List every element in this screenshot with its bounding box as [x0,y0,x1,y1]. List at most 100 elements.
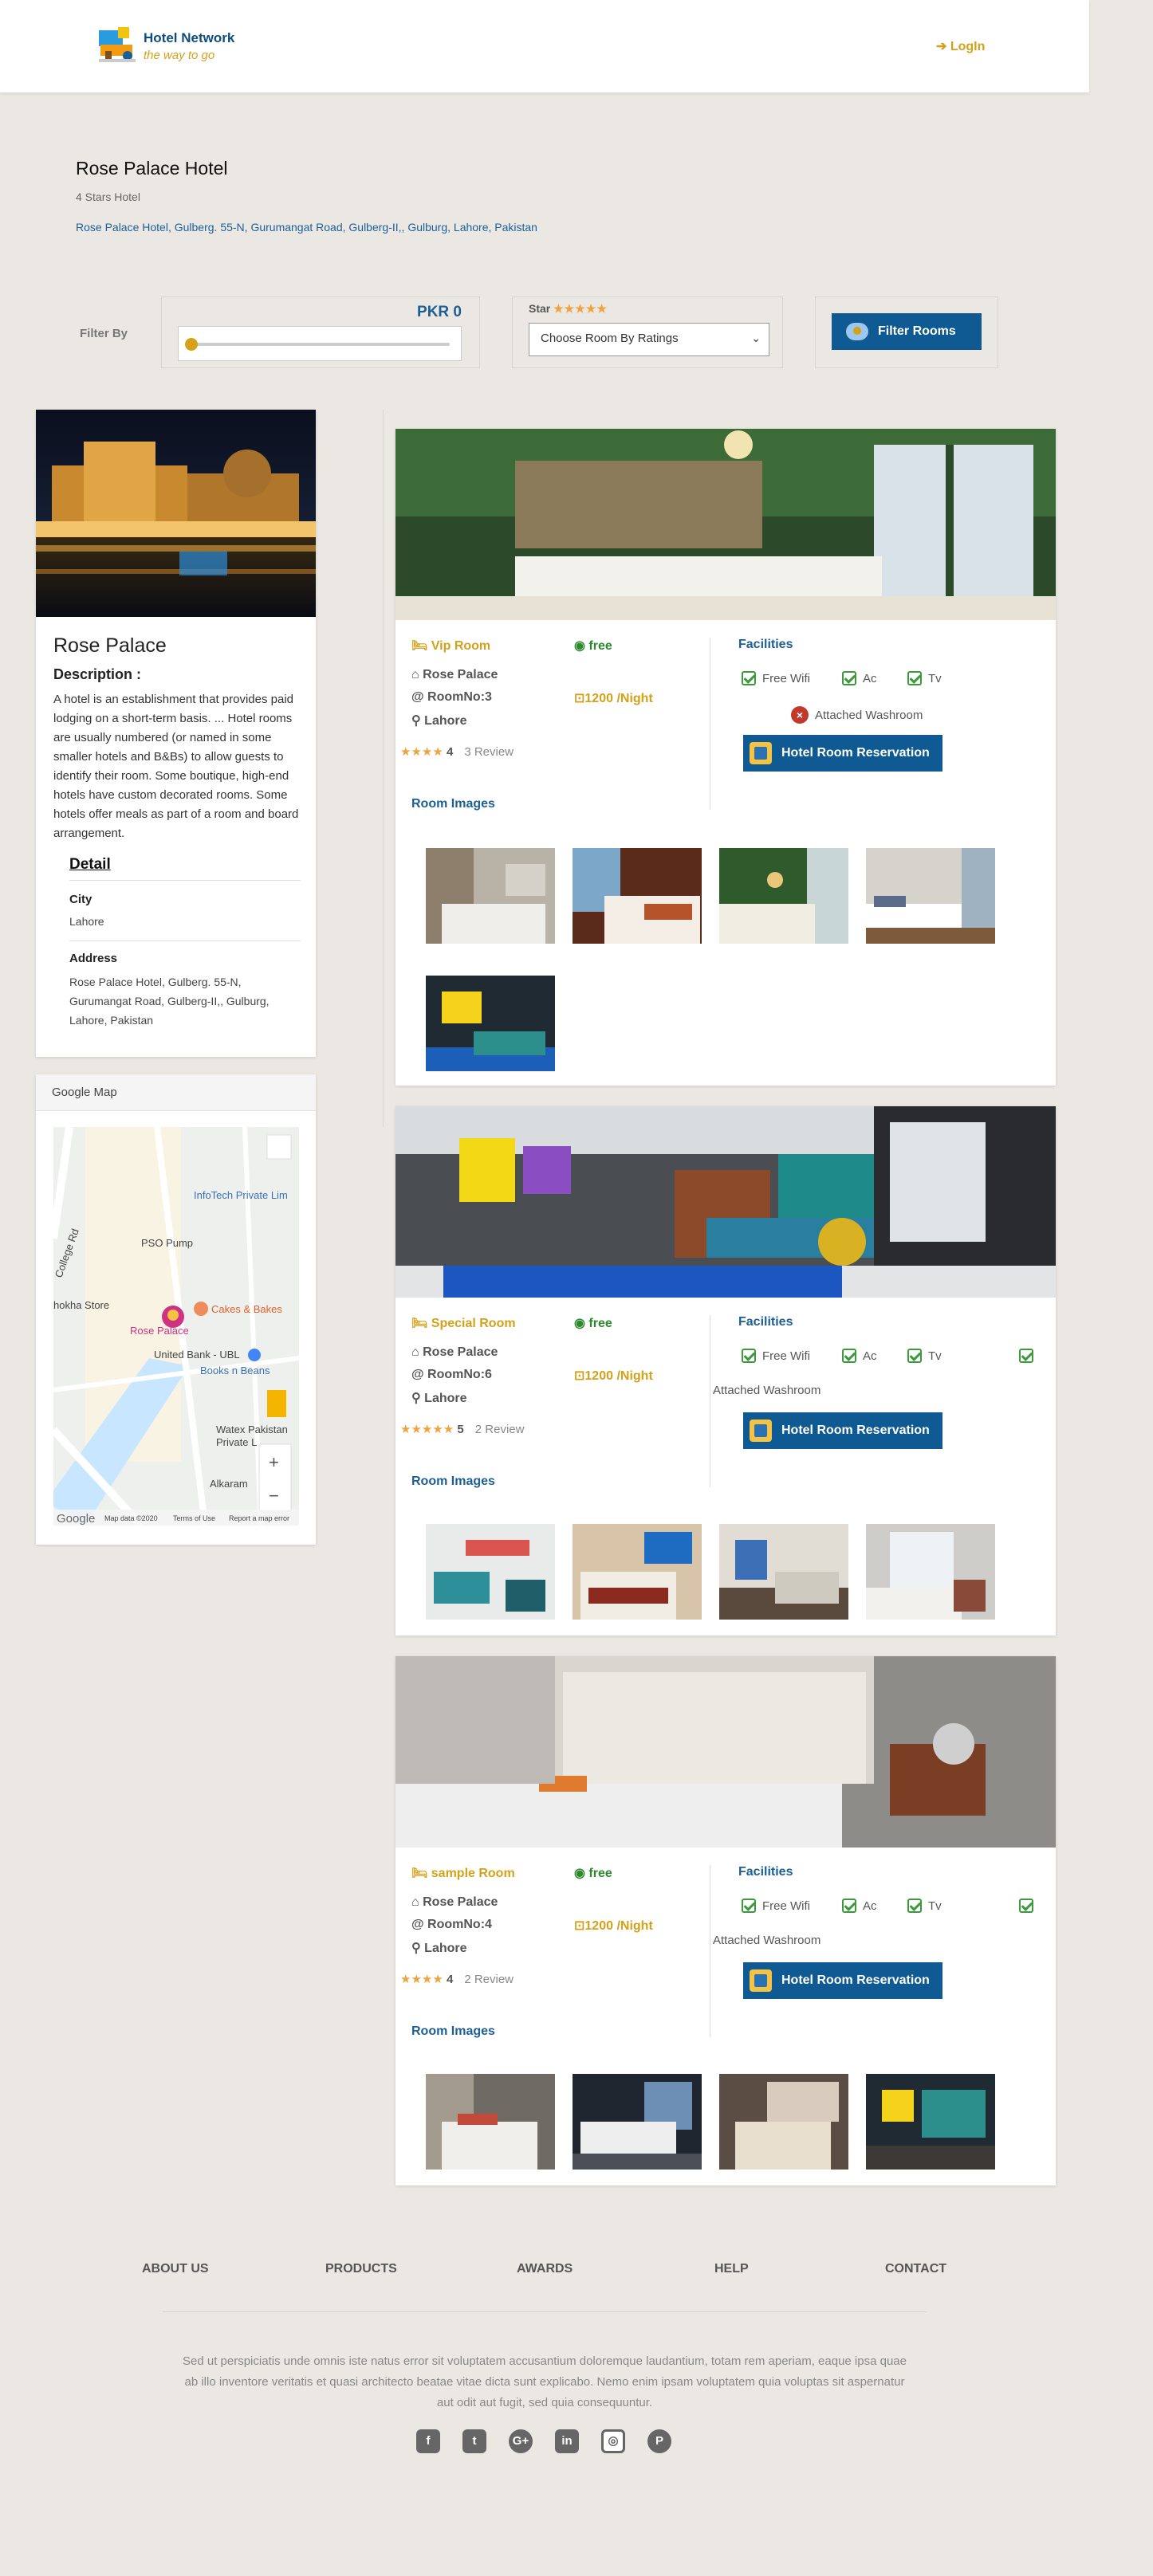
free-icon: ◉ [574,639,589,653]
login-label: LogIn [950,40,986,53]
room-image-thumb[interactable] [719,848,848,944]
brand[interactable]: Hotel Network the way to go [144,30,234,62]
login-link[interactable]: ➔ LogIn [936,38,985,54]
pinterest-icon[interactable]: P [647,2429,671,2453]
footer-nav-about[interactable]: ABOUT US [142,2262,209,2276]
hotel-network-logo[interactable] [97,27,139,64]
room-rating: ★★★★★ 5 2 Review [400,1422,524,1436]
divider [69,940,301,941]
star-icon: ★★★★ [400,1973,443,1986]
room-number: @ RoomNo:6 [411,1368,492,1382]
reservation-button[interactable]: Hotel Room Reservation [743,1412,942,1449]
room-image-thumb[interactable] [866,848,995,944]
filter-rooms-button[interactable]: Filter Rooms [832,313,982,350]
room-image-thumb[interactable] [719,2074,848,2170]
check-icon [1019,1349,1033,1363]
review-count[interactable]: 2 Review [475,1423,525,1436]
star-filter-label: Star ★★★★★ [529,302,608,316]
free-label: free [588,1317,612,1330]
room-price-text: 1200 /Night [584,1369,653,1383]
map-label: Map data ©2020 [104,1514,158,1522]
room-city: ⚲ Lahore [411,713,467,728]
facebook-icon[interactable]: f [416,2429,440,2453]
facility-wifi: Free Wifi [742,671,810,685]
google-map-card: Google Map InfoTech Private Lim PSO Pump… [36,1074,316,1545]
room-hotel-text: Rose Palace [423,1895,498,1909]
room-hotel-text: Rose Palace [423,668,498,681]
facility-ac: Ac [842,1899,877,1913]
footer-nav-help[interactable]: HELP [714,2262,749,2276]
linkedin-icon[interactable]: in [555,2429,579,2453]
footer-nav-contact[interactable]: CONTACT [885,2262,946,2276]
facility-label: Ac [863,671,877,685]
map-label: Google [57,1512,95,1526]
reservation-label: Hotel Room Reservation [781,1423,930,1437]
check-icon [742,1899,756,1913]
chevron-down-icon: ⌄ [751,332,761,344]
reservation-button[interactable]: Hotel Room Reservation [743,1962,942,1999]
hotel-address: Rose Palace Hotel, Gulberg. 55-N, Guruma… [76,221,537,234]
room-price-text: 1200 /Night [584,1919,653,1933]
money-icon: ⊡ [574,1919,585,1933]
star-rating-icon: ★★★★★ [553,302,608,315]
room-city-text: Lahore [424,1392,467,1405]
google-plus-icon[interactable]: G+ [509,2429,533,2453]
map-label: Alkaram [210,1478,248,1490]
facility-ac: Ac [842,671,877,685]
hotel-title: Rose Palace Hotel [76,158,228,179]
room-image-thumb[interactable] [719,1524,848,1620]
room-city: ⚲ Lahore [411,1940,467,1956]
twitter-icon[interactable]: t [462,2429,486,2453]
at-icon: @ [411,1918,428,1931]
reservation-label: Hotel Room Reservation [781,746,930,760]
room-images-title: Room Images [411,2024,495,2038]
rating-select[interactable]: Choose Room By Ratings ⌄ [529,323,769,356]
room-name: 🛏 sample Room [411,1865,515,1881]
hotel-photo [36,410,316,617]
room-name-text: Vip Room [431,639,491,653]
map-label: Cakes & Bakes [211,1303,282,1315]
sign-in-icon: ➔ [936,40,947,53]
room-image-thumb[interactable] [426,976,555,1071]
reservation-button[interactable]: Hotel Room Reservation [743,735,942,772]
facility-label: Tv [928,671,942,685]
city-value: Lahore [69,915,104,928]
room-image-thumb[interactable] [426,848,555,944]
room-hotel: ⌂ Rose Palace [411,1345,498,1360]
price-slider[interactable] [178,326,462,361]
cross-icon: × [791,706,809,724]
facility-label: Attached Washroom [815,708,923,722]
slider-thumb[interactable] [185,338,198,351]
footer-nav-products[interactable]: PRODUCTS [325,2262,397,2276]
check-icon [742,671,756,685]
check-icon [907,1349,922,1363]
room-card: 🛏 Special Room ◉ free ⌂ Rose Palace @ Ro… [395,1106,1056,1636]
review-count[interactable]: 3 Review [464,745,514,759]
room-name-text: Special Room [431,1317,516,1330]
room-image-thumb[interactable] [866,2074,995,2170]
room-image-thumb[interactable] [573,2074,702,2170]
footer-nav-awards[interactable]: AWARDS [517,2262,573,2276]
room-image-thumb[interactable] [866,1524,995,1620]
google-map[interactable]: InfoTech Private Lim PSO Pump College Rd… [53,1127,299,1526]
reservation-icon [750,1420,772,1442]
cloud-icon [846,323,868,340]
hotel-stars-label: 4 Stars Hotel [76,190,140,203]
room-photo[interactable] [395,1656,1056,1848]
instagram-icon[interactable]: ◎ [601,2429,625,2453]
free-label: free [588,1867,612,1880]
room-photo[interactable] [395,429,1056,620]
room-rating: ★★★★ 4 2 Review [400,1972,514,1986]
money-icon: ⊡ [574,1369,585,1383]
money-icon: ⊡ [574,692,585,705]
map-marker-icon: ⚲ [411,714,425,728]
room-image-thumb[interactable] [426,2074,555,2170]
review-count[interactable]: 2 Review [464,1973,514,1986]
description-text: A hotel is an establishment that provide… [53,693,299,840]
room-photo[interactable] [395,1106,1056,1298]
room-image-thumb[interactable] [426,1524,555,1620]
room-price: ⊡1200 /Night [574,690,653,706]
room-image-thumb[interactable] [573,848,702,944]
city-label: City [69,893,92,906]
room-image-thumb[interactable] [573,1524,702,1620]
